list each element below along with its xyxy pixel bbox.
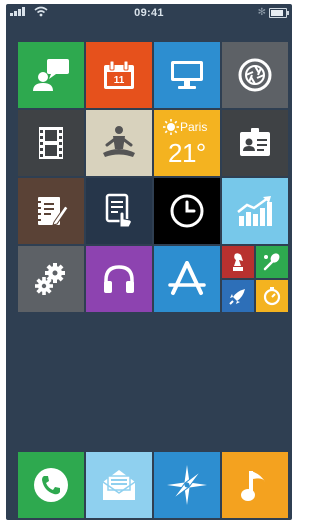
battery-icon (269, 8, 289, 18)
chart-up-icon (235, 194, 275, 228)
clock-icon (169, 193, 205, 229)
mini-tile-rocket[interactable] (222, 280, 254, 312)
dock-phone[interactable] (18, 452, 84, 518)
dock-safari[interactable] (154, 452, 220, 518)
rocket-icon (228, 286, 248, 306)
tile-notes[interactable] (18, 178, 84, 244)
document-touch-icon (104, 193, 134, 229)
tile-messages[interactable] (18, 42, 84, 108)
tile-weather[interactable]: Paris 21° (154, 110, 220, 176)
bluetooth-icon: ✻ (257, 7, 266, 18)
mini-tile-timer[interactable] (256, 280, 288, 312)
weather-city: Paris (180, 120, 208, 134)
tile-camera[interactable] (222, 42, 288, 108)
notebook-icon (34, 194, 68, 228)
home-screen: 09:41 ✻ 11 Paris 21° (6, 4, 292, 520)
meditation-icon (99, 123, 139, 163)
id-card-icon (238, 127, 272, 159)
status-bar: 09:41 ✻ (6, 4, 292, 22)
tile-app-store[interactable] (154, 246, 220, 312)
music-note-icon (239, 466, 271, 504)
tile-calendar[interactable]: 11 (86, 42, 152, 108)
tile-music-player[interactable] (86, 246, 152, 312)
dock-mail[interactable] (86, 452, 152, 518)
monitor-icon (169, 59, 205, 91)
tile-documents[interactable] (86, 178, 152, 244)
clock-time: 09:41 (134, 7, 164, 19)
calendar-day: 11 (114, 75, 125, 86)
tile-games-group[interactable] (222, 246, 288, 312)
tile-contacts[interactable] (222, 110, 288, 176)
gears-icon (33, 261, 69, 297)
weather-temperature: 21° (168, 138, 206, 168)
tile-video[interactable] (18, 110, 84, 176)
mini-tile-chess[interactable] (222, 246, 254, 278)
tile-clock[interactable] (154, 178, 220, 244)
tile-desktop[interactable] (154, 42, 220, 108)
mail-icon (99, 468, 139, 502)
stopwatch-icon (262, 286, 282, 306)
dock-music[interactable] (222, 452, 288, 518)
racket-icon (262, 252, 282, 272)
app-store-icon (168, 261, 206, 297)
aperture-icon (237, 57, 273, 93)
headphones-icon (101, 263, 137, 295)
tile-settings[interactable] (18, 246, 84, 312)
phone-icon (32, 466, 70, 504)
chess-piece-icon (230, 252, 246, 272)
tile-stocks[interactable] (222, 178, 288, 244)
film-icon (37, 125, 65, 161)
calendar-icon: 11 (102, 59, 136, 91)
compass-icon (165, 463, 209, 507)
chat-user-icon (31, 57, 71, 93)
weather-icon (163, 119, 179, 135)
tile-meditation[interactable] (86, 110, 152, 176)
mini-tile-sports[interactable] (256, 246, 288, 278)
